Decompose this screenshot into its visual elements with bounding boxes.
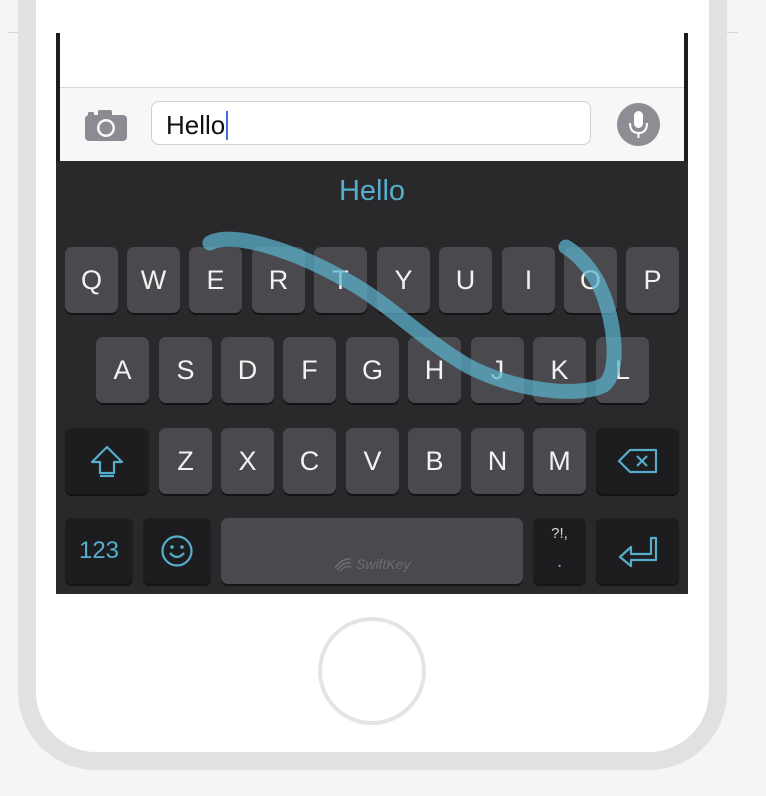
key-p[interactable]: P (626, 247, 679, 313)
message-text: Hello (166, 110, 226, 140)
emoji-key[interactable] (143, 518, 211, 584)
return-key[interactable] (596, 518, 679, 584)
home-button[interactable] (318, 617, 426, 725)
key-u[interactable]: U (439, 247, 492, 313)
shift-key[interactable] (65, 428, 149, 494)
screen-bezel-right (684, 33, 688, 161)
key-r[interactable]: R (252, 247, 305, 313)
screen-bezel-left (56, 33, 60, 161)
key-e[interactable]: E (189, 247, 242, 313)
key-n[interactable]: N (471, 428, 524, 494)
swiftkey-logo-icon (334, 558, 352, 572)
emoji-icon (161, 535, 193, 567)
key-i[interactable]: I (502, 247, 555, 313)
return-icon (618, 536, 657, 568)
key-f[interactable]: F (283, 337, 336, 403)
key-c[interactable]: C (283, 428, 336, 494)
key-q[interactable]: Q (65, 247, 118, 313)
phone-screen: Hello Hello Q W E R T Y U I O P A S D F … (56, 33, 688, 594)
key-s[interactable]: S (159, 337, 212, 403)
prediction-suggestion[interactable]: Hello (56, 175, 688, 208)
shift-icon (90, 445, 124, 478)
key-l[interactable]: L (596, 337, 649, 403)
punctuation-label: ?!, (551, 525, 568, 542)
camera-icon (85, 110, 127, 141)
key-z[interactable]: Z (159, 428, 212, 494)
punctuation-dot: . (556, 550, 563, 572)
numbers-key[interactable]: 123 (65, 518, 133, 584)
key-h[interactable]: H (408, 337, 461, 403)
swiftkey-brand-text: SwiftKey (356, 556, 411, 572)
key-x[interactable]: X (221, 428, 274, 494)
message-field[interactable]: Hello (151, 101, 591, 145)
space-key[interactable]: SwiftKey (221, 518, 523, 584)
swiftkey-keyboard: Hello Q W E R T Y U I O P A S D F G H J … (56, 161, 688, 594)
key-k[interactable]: K (533, 337, 586, 403)
backspace-key[interactable] (596, 428, 679, 494)
key-b[interactable]: B (408, 428, 461, 494)
key-o[interactable]: O (564, 247, 617, 313)
microphone-button[interactable] (617, 103, 660, 146)
key-y[interactable]: Y (377, 247, 430, 313)
key-j[interactable]: J (471, 337, 524, 403)
message-input-bar: Hello (56, 87, 688, 162)
space-branding: SwiftKey (333, 556, 410, 572)
backspace-icon (617, 448, 657, 474)
microphone-icon (629, 111, 648, 138)
key-t[interactable]: T (314, 247, 367, 313)
key-d[interactable]: D (221, 337, 274, 403)
text-caret (226, 111, 229, 140)
key-g[interactable]: G (346, 337, 399, 403)
key-m[interactable]: M (533, 428, 586, 494)
key-w[interactable]: W (127, 247, 180, 313)
key-a[interactable]: A (96, 337, 149, 403)
camera-button[interactable] (84, 108, 128, 142)
punctuation-key[interactable]: ?!, . (533, 518, 586, 584)
key-v[interactable]: V (346, 428, 399, 494)
